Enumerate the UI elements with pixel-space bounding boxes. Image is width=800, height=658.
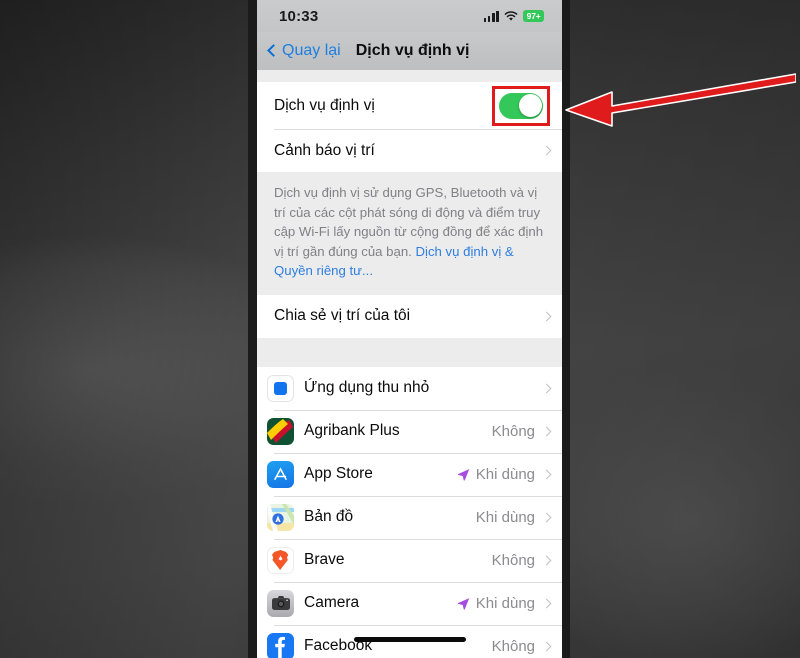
section-gap-apps bbox=[257, 337, 562, 367]
agribank-plus-icon bbox=[267, 417, 294, 445]
back-button-label: Quay lại bbox=[282, 42, 341, 59]
app-permission-value-group bbox=[541, 383, 552, 393]
battery-indicator: 97+ bbox=[522, 10, 544, 22]
location-services-description: Dịch vụ định vị sử dụng GPS, Bluetooth v… bbox=[257, 172, 562, 295]
wifi-icon bbox=[504, 10, 518, 21]
app-name-label: Agribank Plus bbox=[304, 422, 400, 439]
app-name-label: Bản đồ bbox=[304, 508, 354, 525]
app-permission-value-group: Khi dùng bbox=[475, 508, 552, 526]
facebook-icon bbox=[267, 632, 294, 658]
app-permission-value-group: Không bbox=[491, 637, 552, 655]
chevron-right-icon bbox=[541, 311, 552, 321]
page-title: Dịch vụ định vị bbox=[355, 42, 470, 59]
phone-device-frame: 10:33 97+ Quay lại Dịch vụ định vị Dịch … bbox=[248, 0, 570, 658]
share-my-location-row[interactable]: Chia sẻ vị trí của tôi bbox=[257, 294, 562, 338]
phone-screen: 10:33 97+ Quay lại Dịch vụ định vị Dịch … bbox=[257, 0, 562, 658]
location-arrow-icon bbox=[457, 597, 470, 610]
share-location-section: Chia sẻ vị trí của tôi bbox=[257, 294, 562, 338]
app-permission-row[interactable]: App Store Khi dùng bbox=[257, 452, 562, 496]
maps-icon bbox=[267, 503, 294, 531]
app-name-label: Ứng dụng thu nhỏ bbox=[304, 379, 430, 396]
location-services-toggle[interactable] bbox=[499, 92, 543, 119]
status-bar: 10:33 97+ bbox=[257, 0, 562, 32]
app-permission-value: Khi dùng bbox=[475, 508, 535, 526]
camera-icon bbox=[267, 589, 294, 617]
app-name-label: App Store bbox=[304, 465, 373, 482]
navigation-bar: Quay lại Dịch vụ định vị bbox=[257, 32, 562, 70]
app-permission-row[interactable]: Brave Không bbox=[257, 538, 562, 582]
app-permission-row[interactable]: Agribank Plus Không bbox=[257, 409, 562, 453]
chevron-right-icon bbox=[541, 469, 552, 479]
back-button[interactable]: Quay lại bbox=[267, 42, 341, 60]
app-permission-value: Không bbox=[491, 637, 535, 655]
app-clips-icon bbox=[267, 374, 294, 402]
chevron-right-icon bbox=[541, 598, 552, 608]
location-services-label: Dịch vụ định vị bbox=[274, 96, 375, 114]
app-permission-row[interactable]: Camera Khi dùng bbox=[257, 581, 562, 625]
app-store-icon bbox=[267, 460, 294, 488]
app-permission-value: Khi dùng bbox=[475, 465, 535, 483]
app-permission-value: Không bbox=[491, 551, 535, 569]
app-name-label: Brave bbox=[304, 551, 345, 568]
share-my-location-label: Chia sẻ vị trí của tôi bbox=[274, 307, 411, 324]
chevron-right-icon bbox=[541, 426, 552, 436]
location-alerts-label: Cảnh báo vị trí bbox=[274, 141, 375, 159]
chevron-left-icon bbox=[267, 44, 280, 57]
cellular-signal-icon bbox=[483, 10, 499, 22]
app-permission-value-group: Khi dùng bbox=[457, 465, 552, 483]
toggle-highlight-box bbox=[492, 85, 550, 126]
app-permission-value-group: Khi dùng bbox=[457, 594, 552, 612]
toggle-knob bbox=[518, 94, 542, 117]
app-permission-value-group: Không bbox=[491, 551, 552, 569]
location-alerts-row[interactable]: Cảnh báo vị trí bbox=[257, 129, 562, 172]
chevron-right-icon bbox=[541, 383, 552, 393]
location-services-row[interactable]: Dịch vụ định vị bbox=[257, 82, 562, 129]
status-bar-indicators: 97+ bbox=[483, 10, 544, 22]
home-indicator bbox=[353, 637, 466, 642]
chevron-right-icon bbox=[541, 145, 552, 156]
section-gap-top bbox=[257, 70, 562, 82]
chevron-right-icon bbox=[541, 512, 552, 522]
annotation-arrow-icon bbox=[565, 73, 796, 127]
app-permission-row[interactable]: Bản đồ Khi dùng bbox=[257, 495, 562, 539]
app-permission-value-group: Không bbox=[491, 422, 552, 440]
app-permission-value: Không bbox=[491, 422, 535, 440]
app-name-label: Camera bbox=[304, 594, 360, 611]
location-services-section: Dịch vụ định vị Cảnh báo vị trí bbox=[257, 82, 562, 172]
brave-icon bbox=[267, 546, 294, 574]
chevron-right-icon bbox=[541, 555, 552, 565]
location-arrow-icon bbox=[457, 468, 470, 481]
apps-permission-list: Ứng dụng thu nhỏ Agribank Plus Không App St… bbox=[257, 366, 562, 658]
app-permission-row[interactable]: Ứng dụng thu nhỏ bbox=[257, 366, 562, 410]
status-bar-time: 10:33 bbox=[279, 7, 319, 25]
app-permission-value: Khi dùng bbox=[475, 594, 535, 612]
chevron-right-icon bbox=[541, 641, 552, 651]
